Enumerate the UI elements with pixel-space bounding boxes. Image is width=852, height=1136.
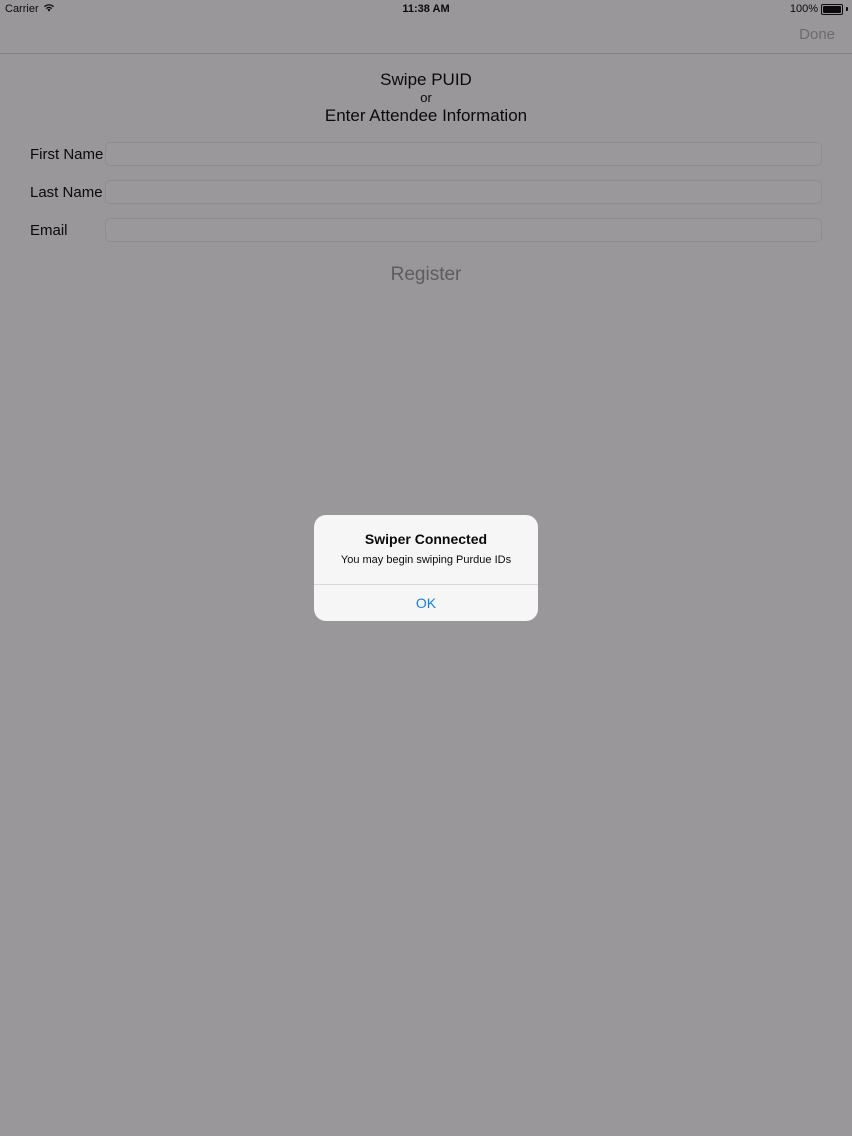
nav-bar: Done [0, 18, 852, 54]
alert-title: Swiper Connected [364, 531, 488, 547]
last-name-input[interactable] [105, 180, 822, 204]
alert-ok-button[interactable]: OK [314, 585, 538, 621]
header-enter-info: Enter Attendee Information [324, 106, 528, 125]
first-name-label: First Name [30, 146, 104, 163]
status-time: 11:38 AM [402, 3, 450, 15]
form-header: Swipe PUID or Enter Attendee Information [0, 69, 852, 126]
register-button[interactable]: Register [0, 264, 852, 286]
first-name-row: First Name [30, 142, 822, 168]
header-swipe-puid: Swipe PUID [380, 70, 472, 89]
battery-fill [823, 5, 841, 13]
swiper-connected-alert: Swiper Connected You may begin swiping P… [314, 515, 538, 621]
status-bar: Carrier 11:38 AM 100% [0, 0, 852, 18]
battery-tip [846, 7, 848, 11]
battery-percent: 100% [789, 3, 818, 15]
email-row: Email [30, 218, 822, 244]
done-button[interactable]: Done [799, 26, 835, 43]
status-right: 100% [790, 3, 848, 15]
last-name-row: Last Name [30, 180, 822, 206]
alert-message: You may begin swiping Purdue IDs [340, 554, 512, 566]
header-or: or [420, 90, 432, 105]
email-input[interactable] [105, 218, 822, 242]
last-name-label: Last Name [30, 184, 103, 201]
screen: Carrier 11:38 AM 100% Done Swipe PUID or… [0, 0, 852, 1136]
email-label: Email [30, 222, 68, 239]
battery-icon [821, 3, 843, 15]
first-name-input[interactable] [105, 142, 822, 166]
